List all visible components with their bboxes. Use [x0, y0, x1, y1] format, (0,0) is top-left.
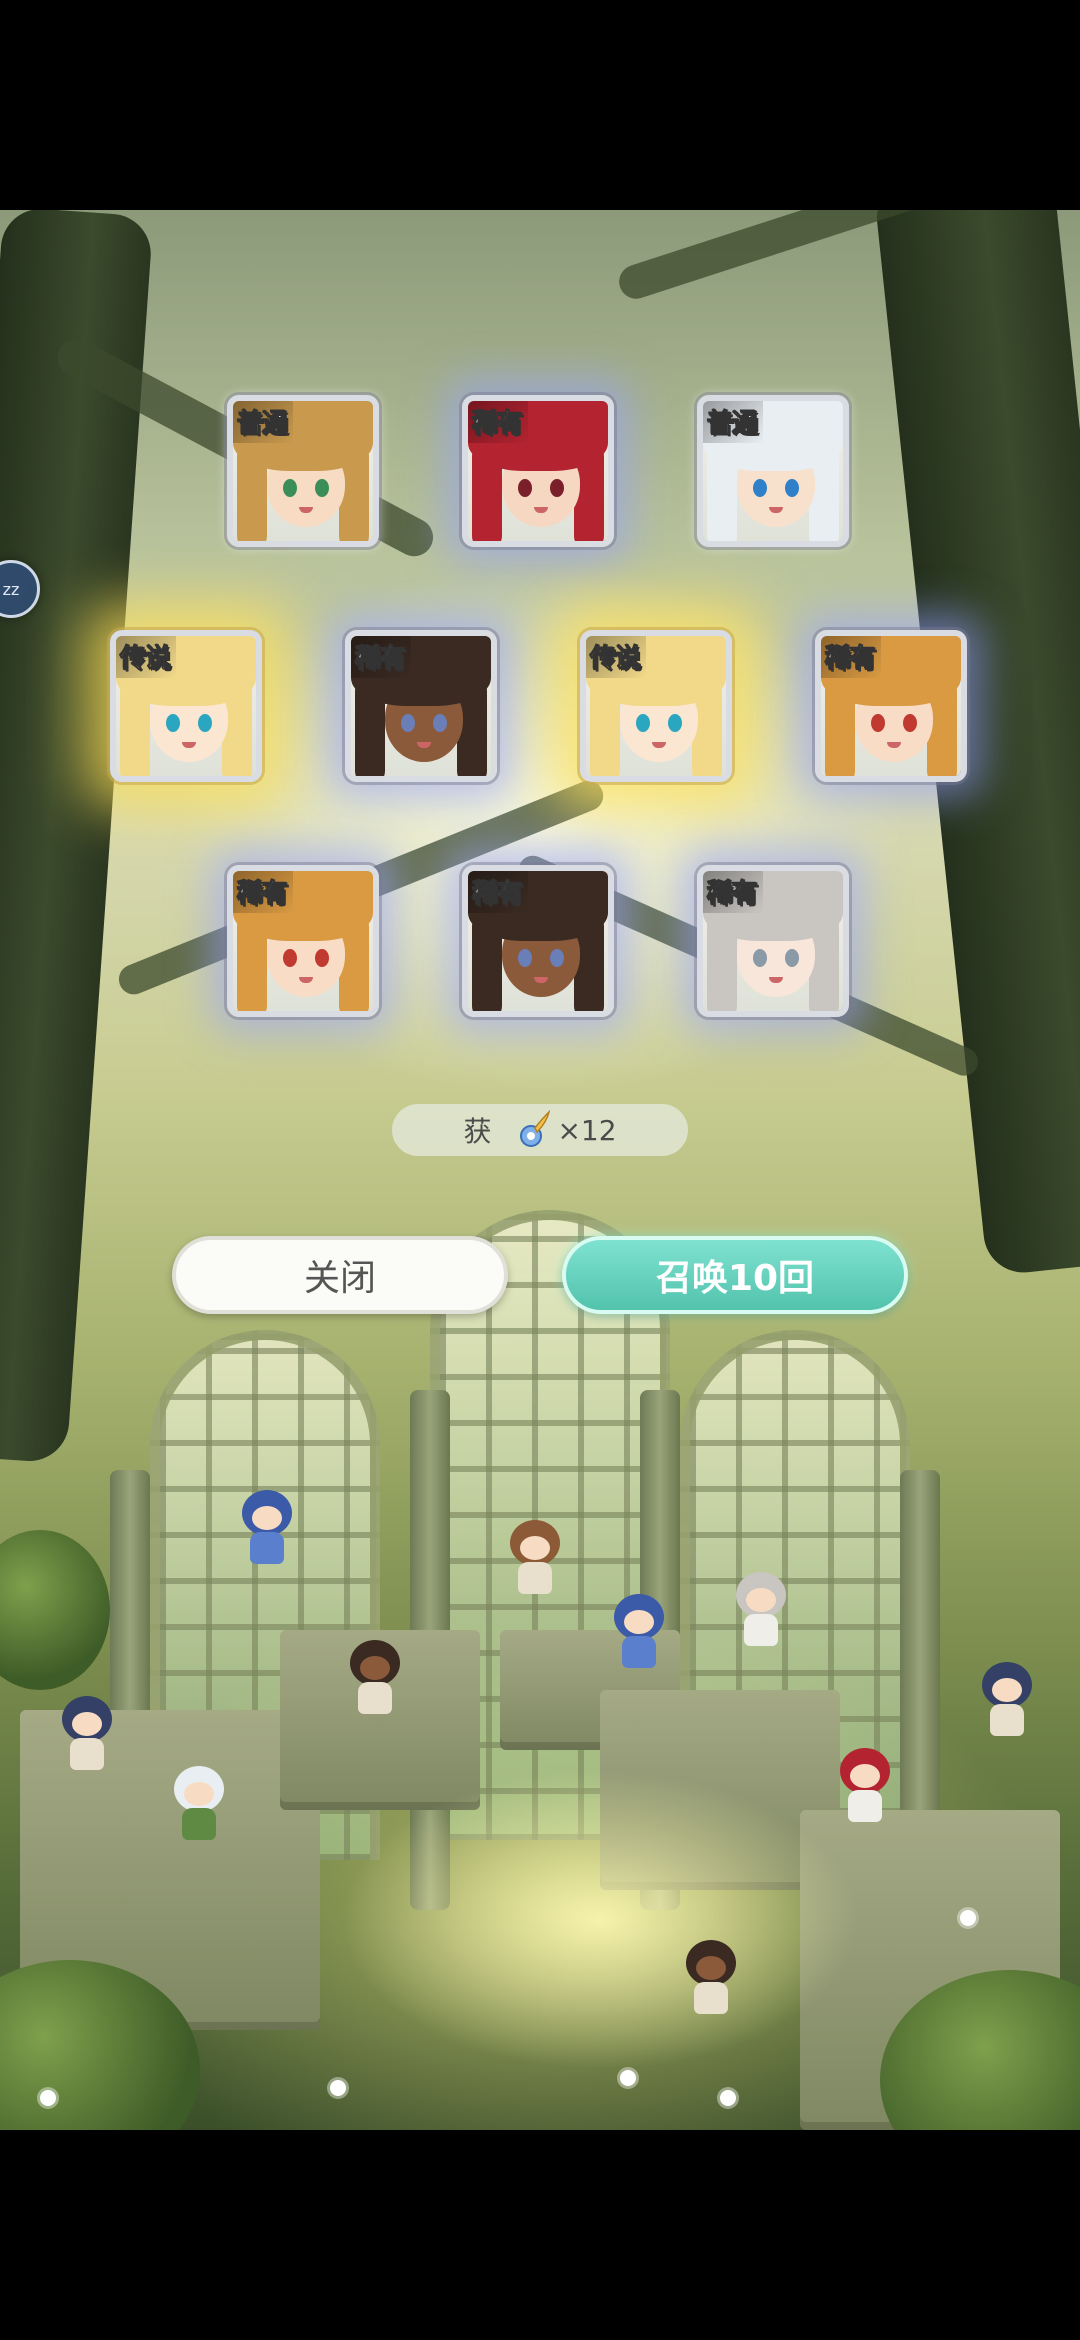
rarity-tag: 稀有 [233, 871, 294, 913]
letterbox-top [0, 0, 1080, 210]
flower [40, 2090, 56, 2106]
chibi-character [168, 1766, 230, 1842]
rarity-tag: 稀有 [703, 871, 764, 913]
summon-card[interactable]: 稀有 [697, 865, 849, 1017]
summon-card[interactable]: 传说 [580, 630, 732, 782]
flower [720, 2090, 736, 2106]
chibi-character [344, 1640, 406, 1716]
chibi-character [504, 1520, 566, 1596]
flower [620, 2070, 636, 2086]
rarity-tag: 稀有 [821, 636, 882, 678]
summon-button-label: 召唤10回 [655, 1258, 815, 1299]
reward-item: ×12 [517, 1109, 617, 1150]
chibi-character [976, 1662, 1038, 1738]
summon-card[interactable]: 稀有 [815, 630, 967, 782]
letterbox-bottom [0, 2130, 1080, 2340]
chibi-character [730, 1572, 792, 1648]
rarity-tag: 普通 [703, 401, 764, 443]
summon-card[interactable]: 普通 [227, 395, 379, 547]
chibi-character [236, 1490, 298, 1566]
reward-amount: ×12 [557, 1113, 617, 1147]
rarity-tag: 稀有 [468, 401, 529, 443]
side-menu-badge-label: zz [2, 579, 20, 599]
feather-icon [517, 1109, 551, 1150]
light-pool [340, 1770, 860, 2070]
summon-card[interactable]: 传说 [110, 630, 262, 782]
summon-10-button[interactable]: 召唤10回 [562, 1236, 908, 1314]
rarity-tag: 传说 [586, 636, 647, 678]
flower [330, 2080, 346, 2096]
summon-card[interactable]: 稀有 [462, 865, 614, 1017]
reward-summary: 获 ×12 [392, 1104, 688, 1156]
reward-label: 获 [463, 1115, 492, 1148]
rarity-tag: 普通 [233, 401, 294, 443]
rarity-tag: 传说 [116, 636, 177, 678]
summon-card[interactable]: 普通 [697, 395, 849, 547]
chibi-character [56, 1696, 118, 1772]
close-button[interactable]: 关闭 [172, 1236, 508, 1314]
summon-card[interactable]: 稀有 [345, 630, 497, 782]
flower [960, 1910, 976, 1926]
chibi-character [608, 1594, 670, 1670]
chibi-character [834, 1748, 896, 1824]
bush [0, 1530, 110, 1690]
close-button-label: 关闭 [303, 1258, 376, 1299]
chibi-character [680, 1940, 742, 2016]
rarity-tag: 稀有 [351, 636, 412, 678]
summon-card[interactable]: 稀有 [227, 865, 379, 1017]
summon-card[interactable]: 稀有 [462, 395, 614, 547]
rarity-tag: 稀有 [468, 871, 529, 913]
